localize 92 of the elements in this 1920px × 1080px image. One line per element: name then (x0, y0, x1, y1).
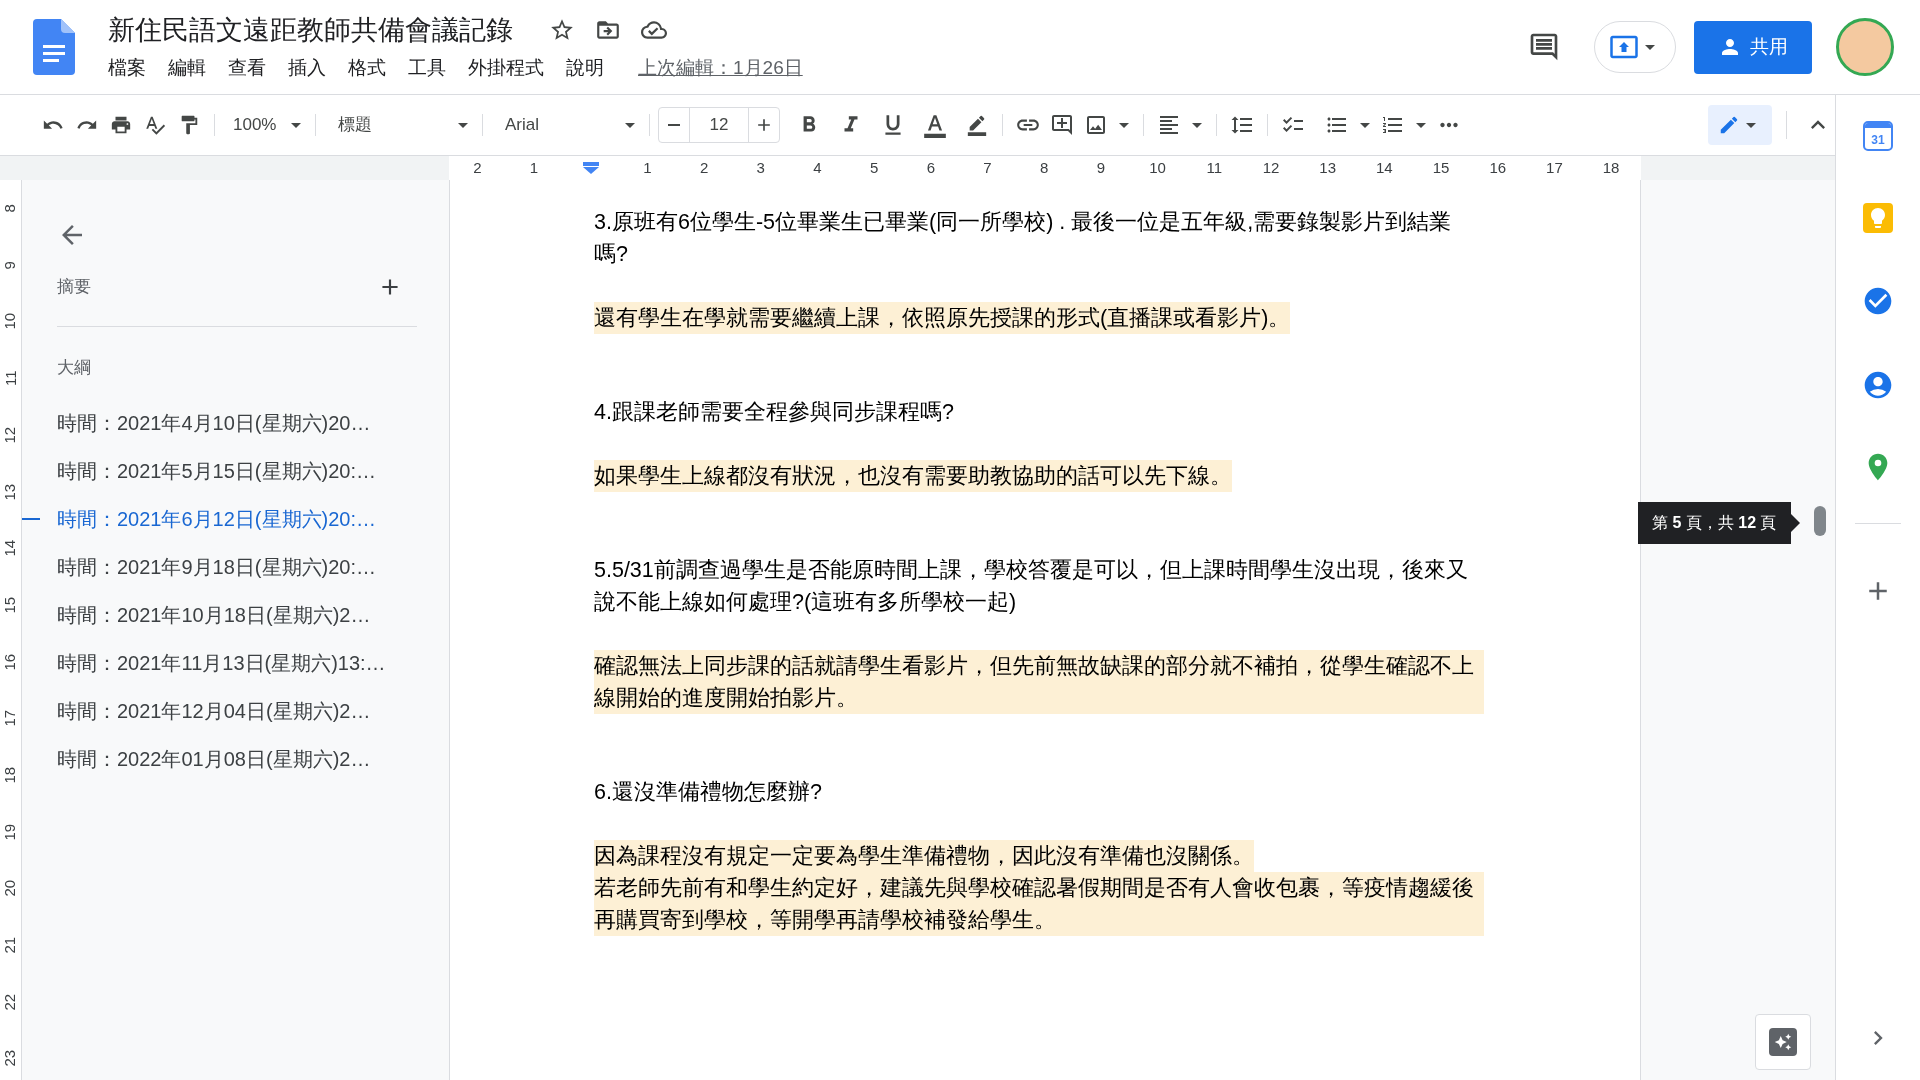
ruler-number: 23 (0, 1050, 20, 1067)
question-text: 5.5/31前調查過學生是否能原時間上課，學校答覆是可以，但上課時間學生沒出現，後來又說不能上線如何處理?(這班有多所學校一起) (594, 557, 1469, 616)
caret-icon (1119, 122, 1129, 128)
outline-item[interactable]: 時間：2021年10月18日(星期六)2… (57, 599, 371, 630)
outline-item[interactable]: 時間：2022年01月08日(星期六)2… (57, 743, 371, 774)
ruler-number: 13 (0, 483, 20, 501)
outline-label: 大綱 (57, 357, 92, 379)
minus-icon (668, 124, 680, 126)
ruler-number: 6 (925, 157, 936, 178)
contacts-icon[interactable] (1862, 369, 1894, 401)
summary-label: 摘要 (57, 276, 91, 299)
ruler-number: 17 (0, 710, 20, 727)
ruler-number: 3 (755, 157, 766, 178)
ruler-number: 8 (1039, 157, 1050, 178)
caret-icon (1360, 122, 1370, 128)
last-edit-link[interactable]: 上次編輯：1月26日 (638, 53, 803, 83)
sparkle-icon (1769, 1028, 1797, 1056)
ruler-number: 16 (1488, 157, 1508, 178)
highlighted-answer-text: 還有學生在學就需要繼續上課，依照原先授課的形式(直播課或看影片)。 (594, 302, 1291, 334)
highlighted-answer-text: 確認無法上同步課的話就請學生看影片，但先前無故缺課的部分就不補拍，從學生確認不上線開始的進度開始拍影片。 (594, 650, 1484, 714)
caret-icon (625, 122, 635, 128)
menu-item[interactable]: 編輯 (168, 53, 206, 83)
ruler-number: 15 (0, 596, 20, 614)
highlighted-answer-text: 如果學生上線都沒有狀況，也沒有需要助教協助的話可以先下線。 (594, 460, 1232, 492)
ruler-number: 4 (812, 157, 823, 178)
caret-icon (1416, 122, 1426, 128)
outline-item[interactable]: 時間：2021年4月10日(星期六)20… (57, 407, 371, 438)
account-avatar[interactable] (1836, 18, 1894, 76)
docs-logo-icon[interactable] (33, 19, 75, 75)
ruler-number: 9 (0, 260, 20, 270)
outline-item[interactable]: 時間：2021年11月13日(星期六)13:… (57, 647, 386, 678)
outline-item[interactable]: 時間：2021年5月15日(星期六)20:… (57, 455, 376, 486)
ruler-number: 2 (472, 157, 483, 178)
ruler-number: 16 (0, 653, 20, 671)
ruler-number: 14 (0, 540, 20, 557)
ruler-number: 8 (0, 204, 20, 213)
font-dropdown[interactable]: Arial (491, 109, 641, 141)
ruler-number: 5 (869, 157, 880, 178)
outline-item[interactable]: 時間：2021年9月18日(星期六)20:… (57, 551, 376, 582)
zoom-dropdown[interactable]: 100% (223, 109, 307, 141)
ruler-number: 1 (642, 157, 653, 178)
style-dropdown[interactable]: 標題 (324, 109, 474, 141)
ruler-number: 22 (0, 993, 20, 1011)
ruler-number: 7 (982, 157, 993, 178)
editing-mode-button[interactable] (1708, 105, 1772, 145)
caret-icon (458, 122, 468, 128)
menu-item[interactable]: 外掛程式 (468, 53, 544, 83)
ruler-number: 10 (0, 313, 20, 331)
menu-item[interactable]: 插入 (288, 53, 326, 83)
ruler-number: 12 (1261, 157, 1281, 178)
caret-icon (1192, 122, 1202, 128)
ruler-number: 11 (0, 370, 20, 387)
ruler-number: 9 (1095, 157, 1107, 178)
ruler-number: 15 (1431, 157, 1451, 178)
tasks-icon[interactable] (1862, 285, 1894, 317)
ruler-number: 18 (1601, 157, 1621, 178)
caret-icon (1746, 122, 1756, 128)
share-button[interactable]: 共用 (1694, 20, 1812, 74)
menu-item[interactable]: 工具 (408, 53, 446, 83)
page-tooltip: 第 5 頁，共 12 頁 (1638, 502, 1800, 544)
ruler-number: 21 (0, 936, 20, 954)
ruler-number: 14 (1375, 157, 1394, 178)
explore-button[interactable] (1755, 1014, 1811, 1070)
pencil-icon (1718, 114, 1740, 136)
menu-item[interactable]: 格式 (348, 53, 386, 83)
question-text: 3.原班有6位學生-5位畢業生已畢業(同一所學校) . 最後一位是五年級,需要錄製影片到結業嗎? (594, 209, 1453, 268)
indent-marker-icon[interactable] (582, 162, 599, 174)
ruler-number: 20 (0, 880, 20, 897)
caret-icon (291, 122, 301, 128)
ruler-number: 1 (528, 157, 540, 178)
ruler-number: 10 (1148, 157, 1167, 178)
highlighted-answer-text: 因為課程沒有規定一定要為學生準備禮物，因此沒有準備也沒關係。 (594, 840, 1254, 872)
question-text: 6.還沒準備禮物怎麼辦? (594, 779, 823, 806)
caret-icon (1645, 44, 1655, 50)
menu-item[interactable]: 查看 (228, 53, 266, 83)
outline-item[interactable]: 時間：2021年12月04日(星期六)2… (57, 695, 371, 726)
scrollbar-thumb[interactable] (1814, 506, 1826, 536)
ruler-number: 12 (0, 426, 20, 444)
current-heading-indicator (22, 517, 40, 520)
outline-item[interactable]: 時間：2021年6月12日(星期六)20:… (57, 503, 376, 534)
calendar-icon[interactable]: 31 (1865, 123, 1891, 149)
ruler-number: 2 (698, 157, 710, 178)
ruler-number: 19 (0, 823, 20, 841)
question-text: 4.跟課老師需要全程參與同步課程嗎? (594, 399, 955, 426)
menu-item[interactable]: 說明 (566, 53, 604, 83)
ruler-number: 18 (0, 766, 20, 784)
highlighted-answer-text: 若老師先前有和學生約定好，建議先與學校確認暑假期間是否有人會收包裹，等疫情趨緩後再購買寄到學校，等開學再請學校補發給學生。 (594, 872, 1484, 936)
ruler-number: 11 (1205, 157, 1224, 178)
document-title[interactable]: 新住民語文遠距教師共備會議記錄 (108, 11, 513, 48)
ruler-number: 17 (1545, 157, 1564, 178)
ruler-number: 13 (1318, 157, 1337, 178)
menu-item[interactable]: 檔案 (108, 53, 146, 83)
